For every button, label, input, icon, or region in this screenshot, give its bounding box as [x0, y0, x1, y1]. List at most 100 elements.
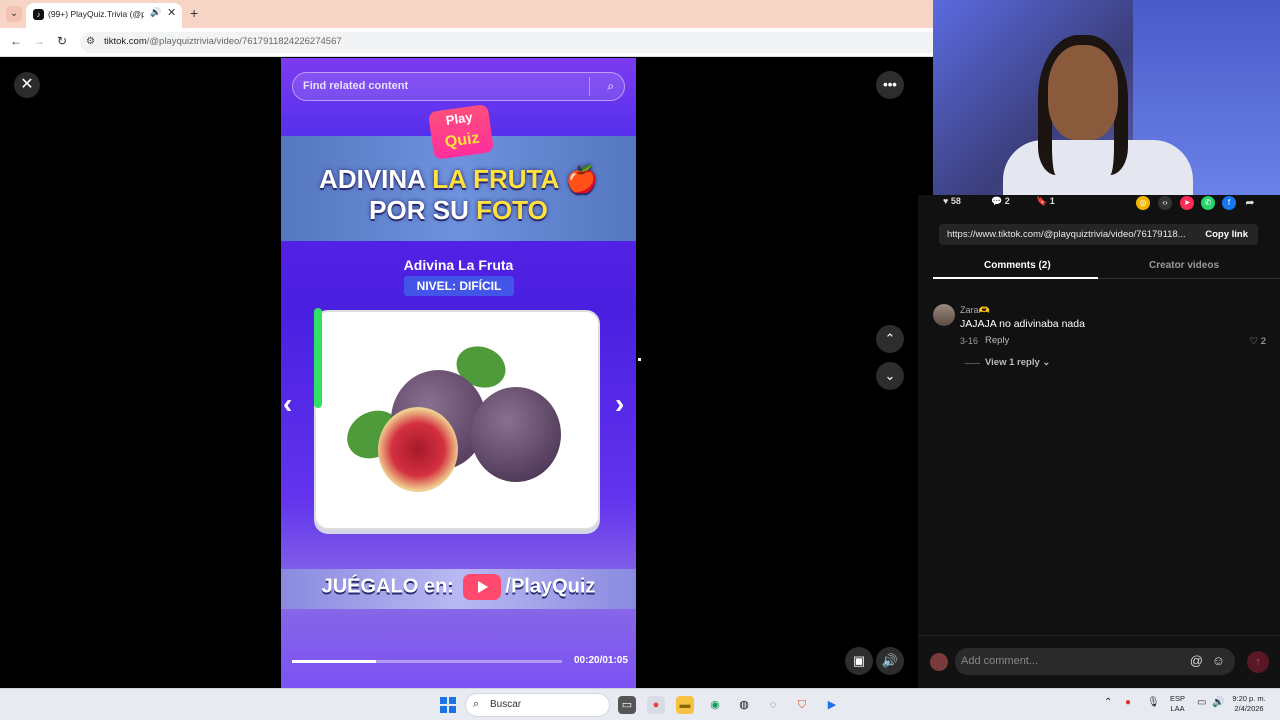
- comment-input[interactable]: Add comment... @ ☺: [955, 648, 1235, 675]
- save-button[interactable]: 🔖 1: [1036, 196, 1055, 207]
- browser-tab[interactable]: ♪ (99+) PlayQuiz.Trivia (@play 🔊 ✕: [26, 3, 182, 28]
- tab-creator-videos[interactable]: Creator videos: [1149, 260, 1219, 271]
- video-viewer: ✕ Find related content ⌕ ADIVINA LA FRUT…: [0, 58, 918, 688]
- view-replies-label: View 1 reply: [985, 357, 1040, 368]
- video-search-input[interactable]: Find related content ⌕: [292, 72, 625, 101]
- tab-search-button[interactable]: ⌄: [6, 6, 22, 22]
- chevron-up-icon[interactable]: ⌃: [1104, 697, 1112, 708]
- close-icon[interactable]: ✕: [14, 72, 40, 98]
- clock[interactable]: 9:20 p. m. 2/4/2026: [1229, 694, 1269, 714]
- headline-highlight: LA FRUTA: [432, 164, 559, 194]
- network-icon[interactable]: ▭: [1197, 697, 1206, 708]
- file-explorer-icon[interactable]: ▬: [676, 696, 694, 714]
- url-path: /@playquiztrivia/video/76179118242262745…: [146, 36, 342, 47]
- tab-comments[interactable]: Comments (2): [984, 260, 1051, 271]
- more-options-icon[interactable]: •••: [876, 71, 904, 99]
- video-player[interactable]: Find related content ⌕ ADIVINA LA FRUTA …: [281, 58, 636, 688]
- facebook-icon[interactable]: f: [1222, 196, 1236, 210]
- brave-icon[interactable]: ⛉: [793, 696, 811, 714]
- view-replies-button[interactable]: View 1 reply ⌄: [985, 357, 1050, 368]
- next-image-icon[interactable]: ›: [615, 388, 624, 420]
- send-icon[interactable]: ➤: [1180, 196, 1194, 210]
- comment-count: 2: [1004, 196, 1010, 206]
- video-progress-fill: [292, 660, 376, 663]
- clock-date: 2/4/2026: [1234, 704, 1264, 713]
- comment-like-button[interactable]: ♡ 2: [1250, 336, 1266, 347]
- url-host: tiktok.com: [104, 36, 147, 47]
- lang-line-2: LAA: [1170, 704, 1185, 713]
- app-icon[interactable]: ◌: [764, 696, 782, 714]
- logo-top: Play: [444, 109, 474, 128]
- volume-icon[interactable]: 🔊: [876, 647, 904, 675]
- share-friends-icon[interactable]: ◎: [1136, 196, 1150, 210]
- whatsapp-icon[interactable]: ✆: [1201, 196, 1215, 210]
- comment-text: JAJAJA no adivinaba nada: [960, 318, 1085, 330]
- speaker-icon[interactable]: 🔊: [150, 7, 161, 18]
- forward-icon[interactable]: →: [33, 34, 45, 48]
- mention-icon[interactable]: @: [1190, 653, 1203, 668]
- video-headline: ADIVINA LA FRUTA 🍎 POR SU FOTO: [281, 164, 636, 226]
- avatar[interactable]: [933, 304, 955, 326]
- url-field[interactable]: ⚙ tiktok.com/@playquiztrivia/video/76179…: [80, 32, 933, 53]
- previous-image-icon[interactable]: ‹: [283, 388, 292, 420]
- search-divider: [589, 77, 590, 96]
- video-progress-bar[interactable]: [292, 660, 562, 663]
- tab-title: (99+) PlayQuiz.Trivia (@play: [48, 9, 144, 19]
- task-view-icon[interactable]: ▭: [618, 696, 636, 714]
- comment-button[interactable]: 💬 2: [991, 196, 1010, 207]
- chevron-up-icon[interactable]: ⌃: [876, 325, 904, 353]
- like-button[interactable]: ♥ 58: [943, 196, 961, 206]
- share-link-text: https://www.tiktok.com/@playquiztrivia/v…: [947, 229, 1186, 240]
- playquiz-logo: Play Quiz: [427, 104, 495, 160]
- floating-player-icon[interactable]: ▣: [845, 647, 873, 675]
- whole-fig: [471, 387, 561, 482]
- search-icon: ⌕: [473, 698, 480, 710]
- clock-time: 9:20 p. m.: [1232, 694, 1266, 703]
- language-indicator[interactable]: ESP LAA: [1170, 694, 1185, 714]
- level-title: Adivina La Fruta: [403, 257, 514, 273]
- copy-link-button[interactable]: Copy link: [1205, 229, 1248, 240]
- reload-icon[interactable]: ↻: [57, 34, 67, 48]
- emoji-icon[interactable]: ☺: [1212, 653, 1225, 668]
- address-bar: ← → ↻ ⚙ tiktok.com/@playquiztrivia/video…: [0, 28, 933, 57]
- obs-icon[interactable]: ◍: [735, 696, 753, 714]
- taskbar-search[interactable]: ⌕ Buscar: [465, 693, 610, 717]
- action-bar: ♥ 58 💬 2 🔖 1 ◎ ‹› ➤ ✆ f ➦: [933, 195, 1280, 213]
- microphone-icon[interactable]: 🎙: [1147, 697, 1160, 708]
- post-comment-button[interactable]: ↑: [1247, 651, 1269, 673]
- logo-bottom: Quiz: [443, 129, 481, 152]
- share-icon[interactable]: ➦: [1243, 196, 1257, 210]
- back-icon[interactable]: ←: [10, 34, 22, 48]
- embed-icon[interactable]: ‹›: [1158, 196, 1172, 210]
- headline-part: POR SU: [369, 195, 477, 225]
- site-info-icon[interactable]: ⚙: [86, 36, 95, 47]
- reply-button[interactable]: Reply: [985, 335, 1009, 346]
- save-count: 1: [1049, 196, 1055, 206]
- youtube-icon: [463, 574, 502, 600]
- cut-fig: [378, 407, 458, 492]
- cta-text: JUÉGALO en: /PlayQuiz: [281, 574, 636, 600]
- webcam-overlay: [933, 0, 1280, 195]
- comment-item: Zara🫶 JAJAJA no adivinaba nada 3-16 Repl…: [933, 302, 1280, 382]
- comment-username[interactable]: Zara🫶: [960, 305, 990, 316]
- comment-composer: Add comment... @ ☺ ↑: [918, 635, 1280, 688]
- chrome-icon[interactable]: ●: [647, 696, 665, 714]
- new-tab-button[interactable]: +: [190, 5, 198, 21]
- tiktok-favicon-icon: ♪: [33, 9, 44, 20]
- comment-placeholder: Add comment...: [961, 655, 1039, 667]
- avatar: [930, 653, 948, 671]
- windows-start-icon[interactable]: [440, 697, 456, 713]
- edge-icon[interactable]: ◉: [706, 696, 724, 714]
- volume-icon[interactable]: 🔊: [1212, 697, 1224, 708]
- reply-divider: [965, 363, 980, 364]
- apple-icon: 🍎: [565, 164, 598, 194]
- app-icon[interactable]: ▶: [823, 696, 841, 714]
- share-link-box: https://www.tiktok.com/@playquiztrivia/v…: [939, 224, 1258, 245]
- taskbar-search-label: Buscar: [490, 699, 522, 710]
- tray-app-icon[interactable]: ●: [1125, 697, 1131, 708]
- close-tab-icon[interactable]: ✕: [167, 6, 176, 19]
- chevron-down-icon[interactable]: ⌄: [876, 362, 904, 390]
- level-badge: NIVEL: DIFÍCIL: [404, 276, 514, 296]
- search-icon[interactable]: ⌕: [607, 79, 614, 94]
- video-time: 00:20/01:05: [574, 655, 628, 666]
